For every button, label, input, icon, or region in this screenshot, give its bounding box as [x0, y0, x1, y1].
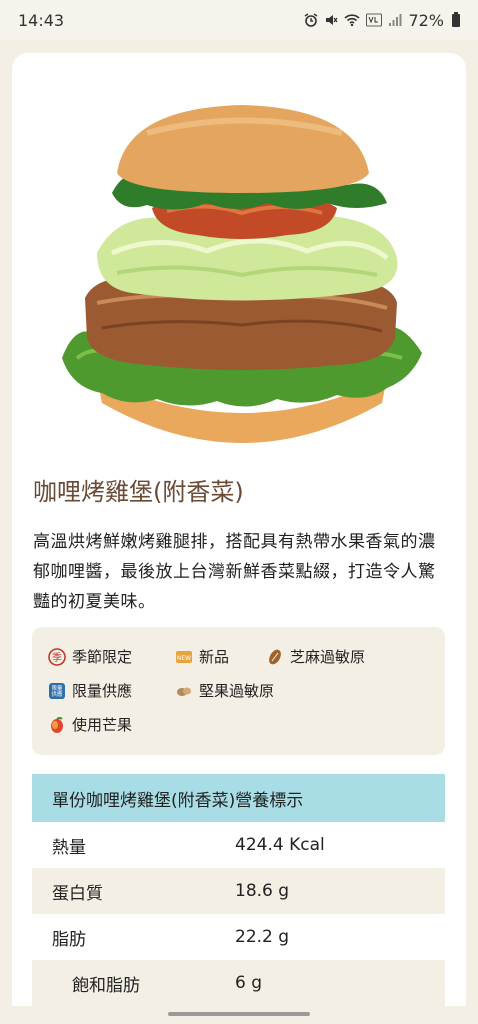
tag-mango: 使用芒果 [48, 714, 132, 735]
product-description: 高溫烘烤鮮嫩烤雞腿排，搭配具有熱帶水果香氣的濃郁咖哩醬，最後放上台灣新鮮香菜點綴… [33, 532, 436, 612]
volte-icon [366, 13, 383, 27]
signal-icon [389, 14, 402, 26]
nutrition-row: 飽和脂肪 6 g [32, 960, 445, 1006]
tag-new: NEW 新品 [175, 648, 230, 666]
svg-text:NEW: NEW [177, 655, 191, 662]
wifi-icon [344, 14, 360, 27]
gesture-bar[interactable] [0, 1006, 478, 1024]
svg-text:限量: 限量 [51, 684, 63, 692]
product-title: 咖哩烤雞堡(附香菜) [33, 478, 244, 506]
nutrition-row: 脂肪 22.2 g [32, 914, 445, 960]
sesame-icon [266, 648, 284, 666]
tag-nut: 堅果過敏原 [175, 680, 274, 701]
svg-text:季: 季 [52, 652, 62, 664]
nutrition-row: 熱量 424.4 Kcal [32, 822, 445, 868]
tag-sesame: 芝麻過敏原 [266, 646, 365, 667]
mute-icon [326, 15, 338, 25]
nutrition-table: 單份咖哩烤雞堡(附香菜)營養標示 熱量 424.4 Kcal 蛋白質 18.6 … [32, 774, 445, 1006]
nutrition-row: 蛋白質 18.6 g [32, 868, 445, 914]
tag-seasonal: 季 季節限定 [48, 646, 132, 667]
seasonal-icon: 季 [48, 647, 66, 666]
status-time: 14:43 [18, 10, 65, 30]
tags-panel: 季 季節限定 NEW 新品 芝麻過敏原 限量 供應 限量供應 堅果過敏原 使用芒… [32, 627, 445, 755]
burger-image [62, 105, 422, 443]
battery-icon [452, 11, 460, 27]
product-card: 咖哩烤雞堡(附香菜) 高溫烘烤鮮嫩烤雞腿排，搭配具有熱帶水果香氣的濃郁咖哩醬，最… [12, 53, 466, 1024]
home-indicator[interactable] [168, 1012, 310, 1016]
limited-icon: 限量 供應 [48, 682, 66, 700]
tag-limited: 限量 供應 限量供應 [48, 680, 132, 701]
nutrition-header: 單份咖哩烤雞堡(附香菜)營養標示 [32, 774, 445, 822]
new-icon: NEW [175, 648, 193, 666]
status-icons: 72% [304, 11, 460, 30]
nut-icon [175, 682, 193, 700]
alarm-icon [305, 13, 318, 27]
status-bar: 14:43 72% [0, 0, 478, 40]
svg-text:供應: 供應 [51, 690, 63, 698]
battery-percent: 72% [408, 10, 444, 30]
mango-icon [48, 716, 66, 734]
